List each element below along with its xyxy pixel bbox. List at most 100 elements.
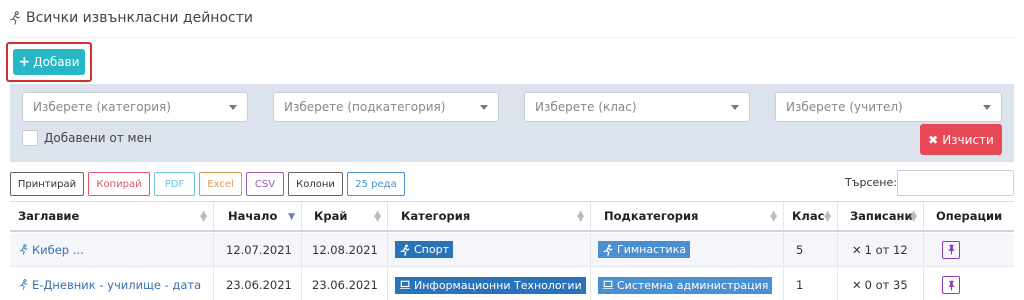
laptop-icon	[399, 280, 411, 289]
cell-class: 5	[784, 233, 838, 266]
sort-icon: ▲ ▼	[910, 209, 917, 224]
pin-button[interactable]	[942, 276, 960, 294]
cell-enrolled: ✕ 0 от 35	[838, 268, 924, 300]
page-title: Всички извънкласни дейности	[8, 10, 253, 26]
page-size-button-label: 25 реда	[355, 178, 397, 190]
table-row: Кибер ... 12.07.2021 12.08.2021 Спорт Ги…	[10, 233, 1014, 267]
pdf-button-label: PDF	[164, 178, 185, 190]
running-icon	[603, 244, 613, 256]
running-icon	[19, 243, 28, 255]
header-start[interactable]: Начало ▼	[214, 202, 302, 230]
category-label: Спорт	[414, 243, 449, 256]
cell-title: Е-Дневник - училище - дата	[10, 268, 214, 300]
activities-table: Заглавие ▲ ▼ Начало ▼ Край ▲ ▼ Категория ▲ ▼ По…	[10, 201, 1014, 300]
header-start-label: Начало	[228, 209, 278, 223]
subcategory-badge: Системна администрация	[598, 276, 773, 294]
excel-button-label: Excel	[207, 178, 234, 190]
cell-end: 12.08.2021	[302, 233, 388, 266]
category-badge: Спорт	[395, 241, 453, 258]
subcategory-badge: Гимнастика	[598, 241, 691, 258]
search-input[interactable]	[897, 170, 1014, 196]
add-button-label: Добави	[33, 55, 80, 69]
added-by-me-checkbox[interactable]	[22, 130, 38, 146]
added-by-me-filter: Добавени от мен	[22, 130, 152, 146]
header-class-label: Клас	[792, 209, 825, 223]
table-header-row: Заглавие ▲ ▼ Начало ▼ Край ▲ ▼ Категория ▲ ▼ По…	[10, 202, 1014, 232]
add-button-highlight: + Добави	[6, 42, 92, 82]
header-subcategory-label: Подкатегория	[604, 209, 699, 223]
pin-icon	[948, 280, 954, 290]
laptop-icon	[602, 280, 614, 289]
class-select-placeholder: Изберете (клас)	[535, 100, 637, 114]
sort-icon: ▲ ▼	[577, 209, 584, 224]
x-icon: ✕	[852, 242, 862, 257]
print-button[interactable]: Принтирай	[10, 172, 84, 196]
header-title[interactable]: Заглавие ▲ ▼	[10, 202, 214, 230]
header-operations: Операции	[924, 202, 1014, 230]
subcategory-label: Системна администрация	[617, 278, 769, 292]
caret-down-icon	[731, 105, 739, 110]
header-class[interactable]: Клас ▲ ▼	[784, 202, 838, 230]
activity-title-link[interactable]: Кибер ...	[18, 243, 84, 257]
header-category[interactable]: Категория ▲ ▼	[388, 202, 591, 230]
cell-end: 23.06.2021	[302, 268, 388, 300]
cell-subcategory: Гимнастика	[591, 233, 784, 266]
cell-title: Кибер ...	[10, 233, 214, 266]
table-row: Е-Дневник - училище - дата 23.06.2021 23…	[10, 268, 1014, 300]
cell-enrolled: ✕ 1 от 12	[838, 233, 924, 266]
header-end-label: Край	[314, 209, 348, 223]
csv-button[interactable]: CSV	[246, 172, 284, 196]
plus-icon: +	[18, 54, 31, 70]
filter-panel: Изберете (категория) Изберете (подкатего…	[10, 84, 1014, 162]
activity-title: Кибер ...	[32, 242, 84, 257]
cell-category: Информационни Технологии	[388, 268, 591, 300]
close-icon: ✖	[928, 132, 939, 147]
x-icon: ✕	[852, 278, 862, 292]
page-title-text: Всички извънкласни дейности	[26, 10, 253, 26]
print-button-label: Принтирай	[17, 178, 77, 190]
header-enrolled-label: Записани	[850, 209, 913, 223]
caret-down-icon	[983, 105, 991, 110]
add-button[interactable]: + Добави	[13, 49, 85, 75]
activity-title-link[interactable]: Е-Дневник - училище - дата	[18, 278, 201, 292]
teacher-select[interactable]: Изберете (учител)	[775, 92, 1002, 122]
caret-down-icon	[480, 105, 488, 110]
sort-desc-icon: ▼	[288, 212, 295, 222]
teacher-select-placeholder: Изберете (учител)	[786, 100, 903, 114]
search-label: Търсене:	[845, 176, 897, 189]
cell-class: 1	[784, 268, 838, 300]
subcategory-select[interactable]: Изберете (подкатегория)	[273, 92, 499, 122]
title-divider	[8, 37, 1016, 38]
pin-button[interactable]	[942, 240, 960, 259]
columns-button-label: Колони	[296, 178, 335, 190]
cell-operations	[924, 268, 1014, 300]
copy-button[interactable]: Копирай	[88, 172, 150, 196]
copy-button-label: Копирай	[96, 178, 142, 190]
cell-operations	[924, 233, 1014, 266]
sort-icon: ▲ ▼	[374, 209, 381, 224]
added-by-me-label: Добавени от мен	[44, 131, 152, 145]
header-category-label: Категория	[401, 209, 471, 223]
cell-subcategory: Системна администрация	[591, 268, 784, 300]
pdf-button[interactable]: PDF	[154, 172, 195, 196]
clear-filters-label: Изчисти	[942, 132, 994, 147]
clear-filters-button[interactable]: ✖ Изчисти	[920, 124, 1002, 155]
excel-button[interactable]: Excel	[199, 172, 242, 196]
running-icon	[400, 244, 410, 256]
header-end[interactable]: Край ▲ ▼	[302, 202, 388, 230]
caret-down-icon	[229, 105, 237, 110]
page-size-button[interactable]: 25 реда	[347, 172, 405, 196]
header-subcategory[interactable]: Подкатегория ▲ ▼	[591, 202, 784, 230]
class-select[interactable]: Изберете (клас)	[524, 92, 750, 122]
running-icon	[10, 11, 20, 25]
enrolled-count: 1 от 12	[864, 242, 908, 257]
category-select-placeholder: Изберете (категория)	[33, 100, 171, 114]
sort-icon: ▲ ▼	[770, 209, 777, 224]
header-operations-label: Операции	[936, 209, 1003, 223]
subcategory-label: Гимнастика	[617, 243, 687, 256]
subcategory-select-placeholder: Изберете (подкатегория)	[284, 100, 446, 114]
cell-start: 12.07.2021	[214, 233, 302, 266]
columns-button[interactable]: Колони	[288, 172, 343, 196]
category-select[interactable]: Изберете (категория)	[22, 92, 248, 122]
header-enrolled[interactable]: Записани ▲ ▼	[838, 202, 924, 230]
